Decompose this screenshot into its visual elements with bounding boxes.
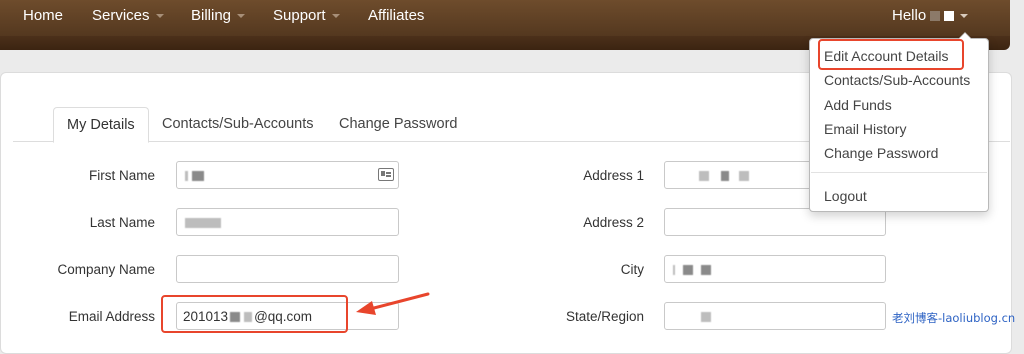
menu-item-change-password[interactable]: Change Password: [824, 145, 938, 161]
first-name-label: First Name: [88, 168, 155, 183]
chevron-down-icon: [237, 14, 246, 19]
redacted-value: [699, 171, 709, 182]
redacted-value: [701, 265, 711, 276]
nav-billing[interactable]: Billing: [191, 7, 246, 25]
redacted-value: [739, 171, 749, 182]
state-region-label: State/Region: [565, 309, 644, 324]
chevron-down-icon: [960, 14, 969, 19]
redacted-username: [944, 11, 955, 22]
nav-affiliates[interactable]: Affiliates: [368, 7, 424, 25]
chevron-down-icon: [155, 14, 164, 19]
tab-change-password-label: Change Password: [339, 116, 458, 132]
redacted-value: [721, 171, 729, 182]
redacted-value: [701, 312, 711, 323]
menu-item-add-funds[interactable]: Add Funds: [824, 97, 892, 113]
annotation-arrow-icon: [356, 292, 430, 315]
menu-divider: [811, 172, 987, 173]
redacted-value: [683, 265, 693, 276]
watermark-text: 老刘博客-laoliublog.cn: [892, 311, 1016, 325]
contact-card-icon: [378, 168, 394, 181]
first-name-input[interactable]: [176, 161, 399, 189]
company-name-label: Company Name: [57, 262, 155, 277]
address1-label: Address 1: [583, 168, 644, 183]
nav-support-label: Support: [273, 7, 326, 24]
address2-label: Address 2: [583, 215, 644, 230]
city-label: City: [620, 262, 644, 277]
highlight-box-email: [161, 295, 348, 333]
company-name-input[interactable]: [176, 255, 399, 283]
address2-input[interactable]: [664, 208, 886, 236]
user-menu-toggle[interactable]: Hello: [892, 7, 969, 25]
nav-affiliates-label: Affiliates: [368, 7, 425, 24]
menu-item-logout[interactable]: Logout: [824, 188, 867, 204]
city-input[interactable]: [664, 255, 886, 283]
tab-my-details-label: My Details: [67, 117, 135, 133]
last-name-label: Last Name: [89, 215, 155, 230]
menu-item-email-history[interactable]: Email History: [824, 121, 906, 137]
redacted-value: [185, 171, 188, 182]
tab-my-details[interactable]: My Details: [53, 107, 149, 143]
nav-billing-label: Billing: [191, 7, 232, 24]
redacted-username: [930, 11, 941, 22]
tab-change-password[interactable]: Change Password: [339, 107, 458, 141]
nav-support[interactable]: Support: [273, 7, 340, 25]
redacted-value: [185, 218, 221, 229]
last-name-input[interactable]: [176, 208, 399, 236]
state-region-input[interactable]: [664, 302, 886, 330]
nav-home-label: Home: [23, 7, 64, 24]
nav-services-label: Services: [92, 7, 150, 24]
nav-services[interactable]: Services: [92, 7, 164, 25]
highlight-box-edit-account: [818, 39, 964, 70]
nav-home[interactable]: Home: [23, 7, 63, 25]
tab-contacts-label: Contacts/Sub-Accounts: [162, 116, 314, 132]
user-greeting: Hello: [892, 7, 927, 24]
redacted-value: [673, 265, 675, 276]
tab-contacts[interactable]: Contacts/Sub-Accounts: [162, 107, 314, 141]
email-address-label: Email Address: [68, 309, 155, 324]
redacted-value: [192, 171, 204, 182]
menu-item-contacts[interactable]: Contacts/Sub-Accounts: [824, 72, 970, 88]
chevron-down-icon: [331, 14, 340, 19]
